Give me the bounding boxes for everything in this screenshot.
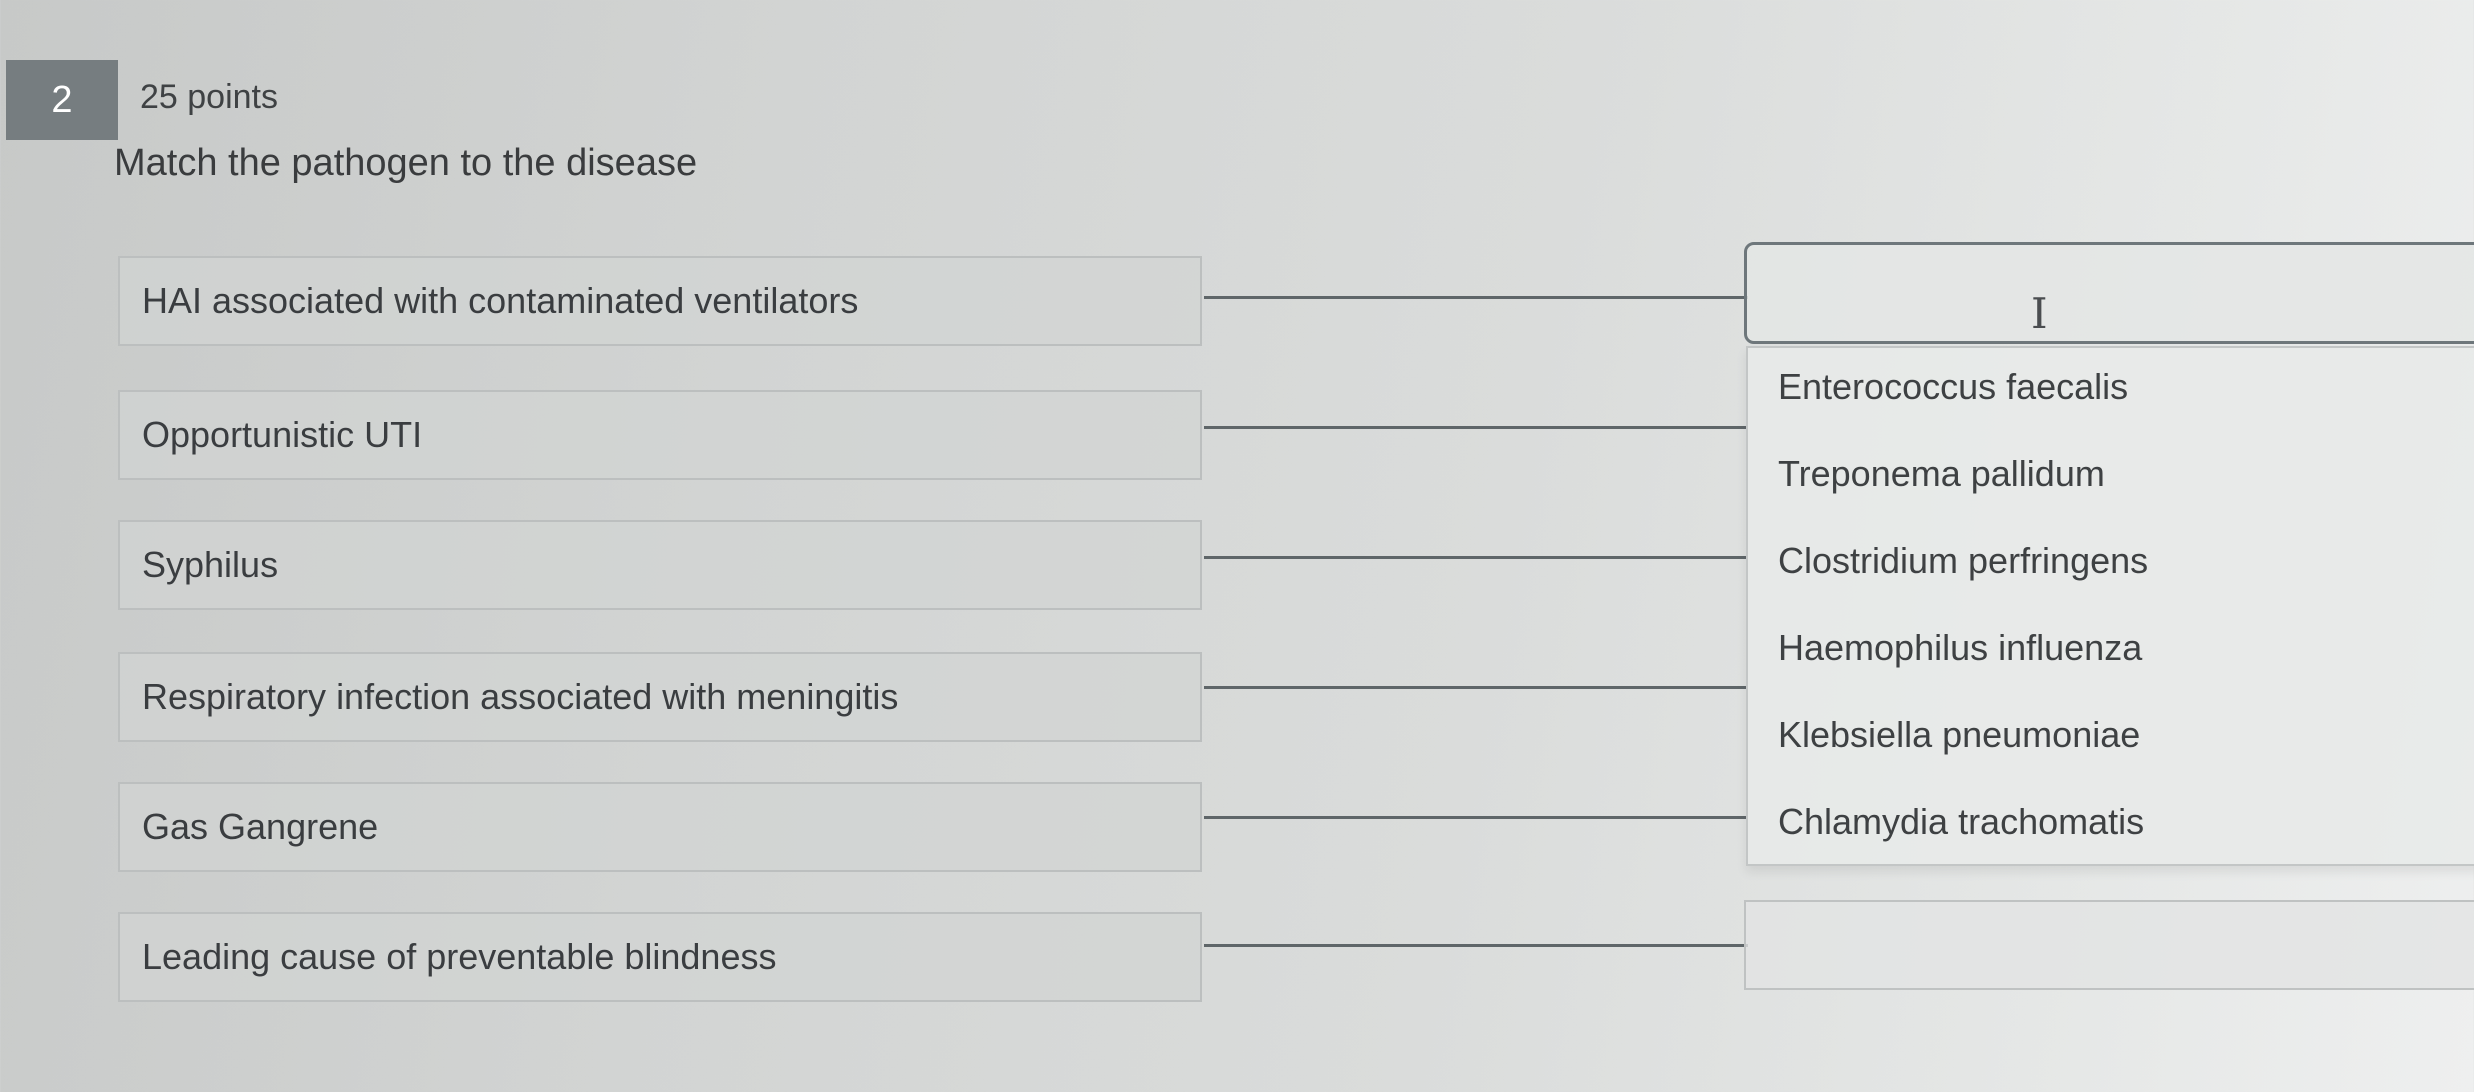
prompt-item: Syphilus (118, 520, 1202, 610)
question-points: 25 points (140, 78, 278, 116)
question-number-badge: 2 (6, 60, 118, 140)
option-haemophilus-influenza[interactable]: Haemophilus influenza (1778, 627, 2142, 669)
option-treponema-pallidum[interactable]: Treponema pallidum (1778, 453, 2105, 495)
option-klebsiella-pneumoniae[interactable]: Klebsiella pneumoniae (1778, 714, 2140, 756)
prompt-item: Gas Gangrene (118, 782, 1202, 872)
connector-line (1204, 426, 1748, 429)
option-chlamydia-trachomatis[interactable]: Chlamydia trachomatis (1778, 801, 2144, 843)
connector-line (1204, 686, 1748, 689)
prompt-label: HAI associated with contaminated ventila… (142, 280, 859, 321)
prompt-label: Syphilus (142, 544, 279, 585)
prompt-item: Respiratory infection associated with me… (118, 652, 1202, 742)
question-page: 2 25 points Match the pathogen to the di… (0, 0, 2474, 1092)
answer-dropdown-field[interactable]: I (1744, 242, 2474, 344)
prompt-label: Opportunistic UTI (142, 414, 423, 455)
question-number: 2 (51, 78, 73, 121)
prompt-label: Leading cause of preventable blindness (142, 936, 777, 977)
prompt-label: Respiratory infection associated with me… (142, 676, 899, 717)
connector-line (1204, 296, 1748, 299)
text-cursor-icon: I (2031, 289, 2048, 338)
prompt-item: HAI associated with contaminated ventila… (118, 256, 1202, 346)
prompt-item: Leading cause of preventable blindness (118, 912, 1202, 1002)
prompt-label: Gas Gangrene (142, 806, 379, 847)
connector-line (1204, 816, 1748, 819)
prompt-item: Opportunistic UTI (118, 390, 1202, 480)
answer-options-list: Enterococcus faecalis Treponema pallidum… (1746, 346, 2474, 866)
option-enterococcus-faecalis[interactable]: Enterococcus faecalis (1778, 366, 2128, 408)
option-clostridium-perfringens[interactable]: Clostridium perfringens (1778, 540, 2148, 582)
connector-line (1204, 944, 1748, 947)
connector-line (1204, 556, 1748, 559)
answer-dropdown-field[interactable] (1744, 900, 2474, 990)
question-title: Match the pathogen to the disease (114, 142, 698, 184)
